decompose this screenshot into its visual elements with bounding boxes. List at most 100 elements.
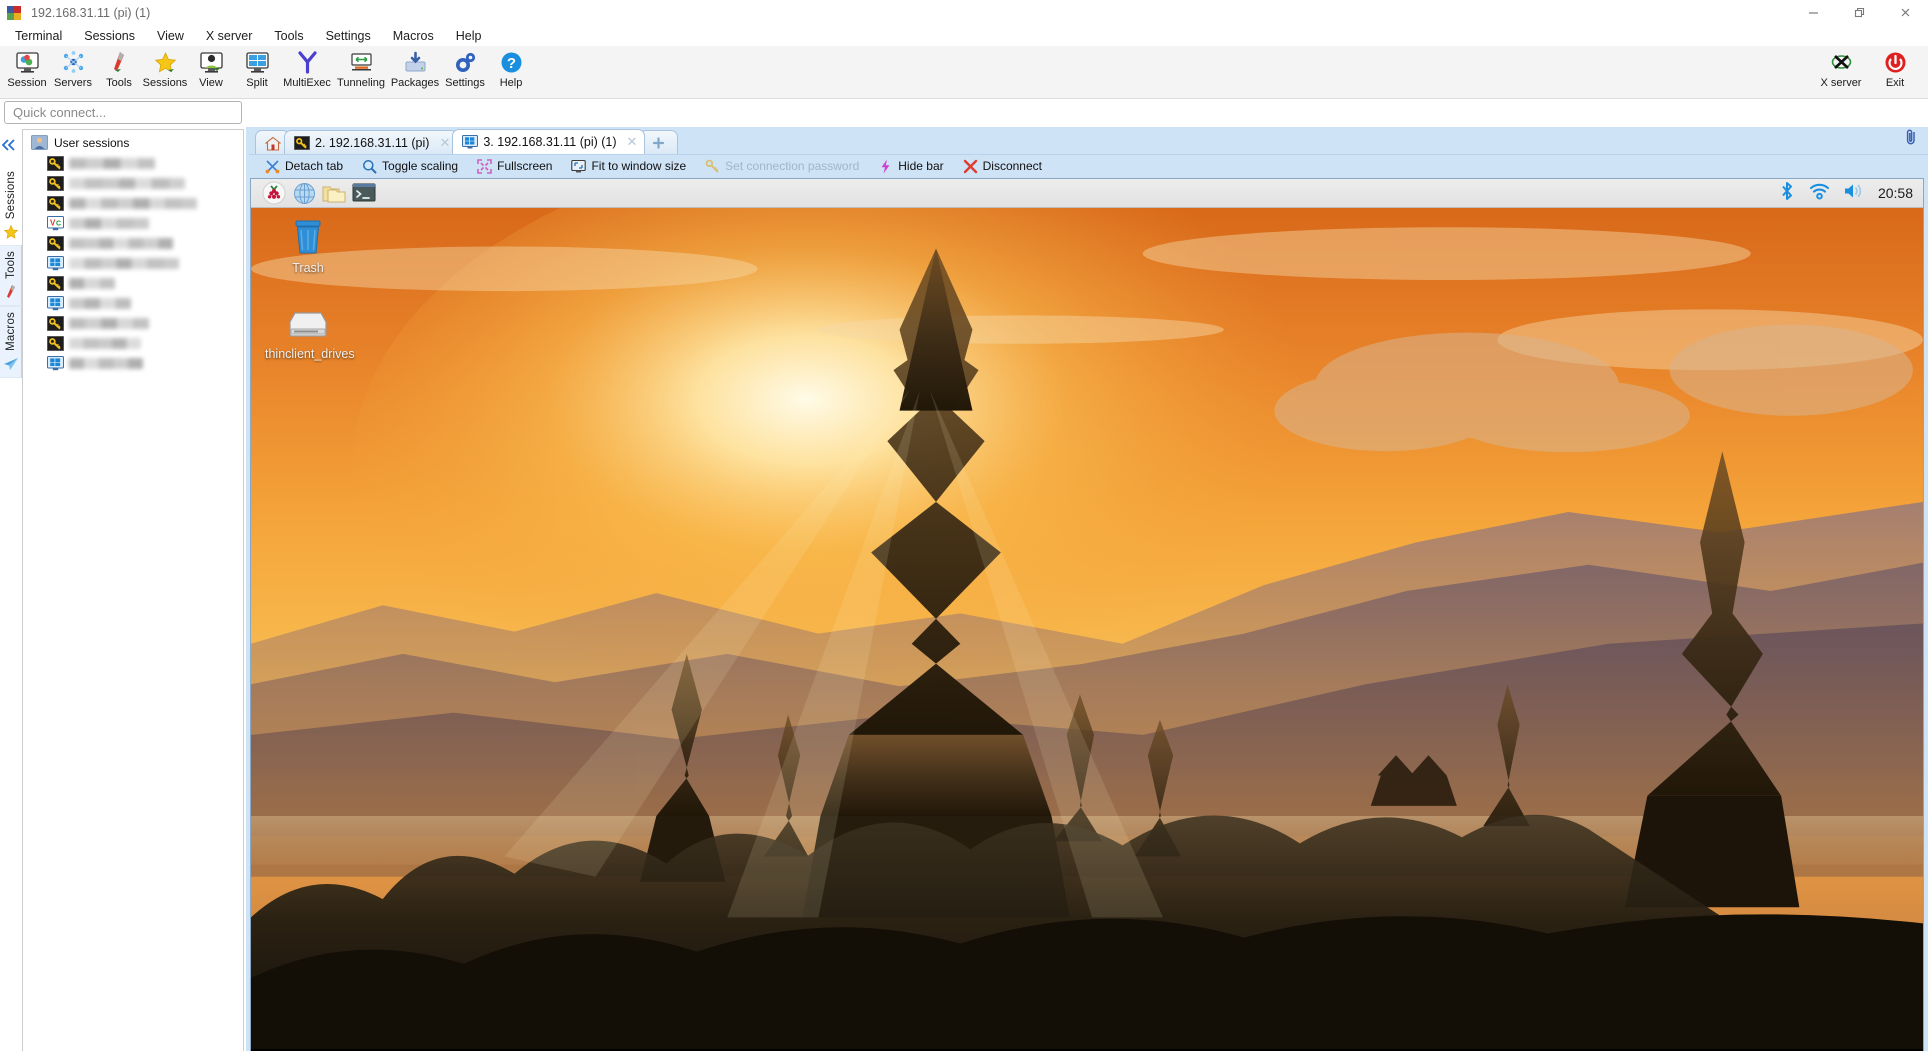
session-list-item[interactable] — [23, 233, 243, 253]
menu-tools[interactable]: Tools — [263, 27, 314, 45]
toolbar-tools-button[interactable]: Tools — [96, 46, 142, 96]
sidebar-tab-sessions[interactable]: Sessions — [0, 166, 22, 245]
fullscreen-button[interactable]: Fullscreen — [469, 158, 560, 175]
menubar: Terminal Sessions View X server Tools Se… — [0, 25, 1928, 46]
rpi-clock[interactable]: 20:58 — [1878, 185, 1913, 201]
toolbar-exit-label: Exit — [1885, 77, 1905, 89]
file-manager-icon[interactable] — [319, 181, 349, 206]
remote-desktop-viewport[interactable]: 20:58 Trash thinclient_drives — [250, 178, 1924, 1051]
toolbar-settings-button[interactable]: Settings — [442, 46, 488, 96]
quick-connect-input[interactable]: Quick connect... — [4, 101, 242, 124]
fit-to-window-label: Fit to window size — [591, 159, 687, 173]
menu-settings[interactable]: Settings — [315, 27, 382, 45]
bluetooth-icon[interactable] — [1778, 181, 1796, 206]
sessions-tree-panel[interactable]: User sessions VC — [22, 129, 244, 1051]
wifi-icon[interactable] — [1809, 182, 1830, 205]
session-list-item[interactable] — [23, 333, 243, 353]
web-browser-icon[interactable] — [289, 181, 319, 206]
volume-icon[interactable] — [1843, 182, 1865, 205]
close-icon[interactable]: ✕ — [627, 134, 638, 150]
session-list-item[interactable]: VC — [23, 213, 243, 233]
desktop-icon-trash-label: Trash — [292, 261, 324, 275]
settings-gear-icon — [452, 49, 478, 75]
menu-sessions[interactable]: Sessions — [73, 27, 146, 45]
toolbar-servers-button[interactable]: Servers — [50, 46, 96, 96]
toolbar-session-button[interactable]: Session — [4, 46, 50, 96]
session-list-item[interactable] — [23, 253, 243, 273]
toolbar-split-label: Split — [246, 77, 268, 89]
toolbar-help-button[interactable]: ? Help — [488, 46, 534, 96]
menu-view[interactable]: View — [146, 27, 195, 45]
raspberry-menu-icon[interactable] — [259, 181, 289, 206]
session-name-redacted — [69, 217, 149, 229]
session-toolbar: Detach tab Toggle scaling Fullscreen Fit… — [249, 154, 1928, 177]
fit-window-icon — [571, 159, 587, 174]
session-list-item[interactable] — [23, 193, 243, 213]
session-name-redacted — [69, 197, 197, 209]
plus-icon — [651, 136, 666, 150]
close-icon[interactable]: ✕ — [439, 135, 450, 151]
hide-bar-label: Hide bar — [898, 159, 944, 173]
session-name-redacted — [69, 357, 143, 369]
close-button[interactable] — [1882, 0, 1928, 25]
toolbar-exit-button[interactable]: Exit — [1868, 46, 1922, 96]
restore-button[interactable] — [1836, 0, 1882, 25]
desktop-icon-thinclient-drives[interactable]: thinclient_drives — [265, 300, 355, 362]
minimize-button[interactable] — [1790, 0, 1836, 25]
session-list-item[interactable] — [23, 273, 243, 293]
toolbar-right-group: X server Exit — [1814, 46, 1922, 96]
menu-macros[interactable]: Macros — [382, 27, 445, 45]
toolbar-xserver-label: X server — [1820, 77, 1862, 89]
sessions-root-node[interactable]: User sessions — [23, 130, 243, 153]
rpi-desktop[interactable]: Trash thinclient_drives — [251, 208, 1923, 1051]
session-name-redacted — [69, 237, 173, 249]
toolbar-sessions-label: Sessions — [142, 77, 188, 89]
session-list-item[interactable] — [23, 153, 243, 173]
toolbar-sessions-button[interactable]: Sessions — [142, 46, 188, 96]
sessions-list: VC — [23, 153, 243, 373]
terminal-icon[interactable] — [349, 181, 379, 206]
toggle-scaling-button[interactable]: Toggle scaling — [354, 158, 466, 175]
ssh-icon — [294, 135, 310, 150]
sidebar-tab-macros[interactable]: Macros — [0, 306, 22, 379]
fit-to-window-button[interactable]: Fit to window size — [563, 158, 694, 175]
session-tab-3[interactable]: 3. 192.168.31.11 (pi) (1) ✕ — [452, 129, 646, 154]
menu-terminal[interactable]: Terminal — [4, 27, 73, 45]
session-list-item[interactable] — [23, 353, 243, 373]
hide-bar-button[interactable]: Hide bar — [870, 158, 951, 175]
tunneling-icon — [348, 49, 374, 75]
paperclip-icon[interactable] — [1903, 128, 1919, 151]
sidebar-tab-tools[interactable]: Tools — [0, 245, 22, 307]
session-tab-2[interactable]: 2. 192.168.31.11 (pi) ✕ — [284, 130, 459, 154]
set-connection-password-label: Set connection password — [725, 159, 860, 173]
ssh-icon — [47, 335, 64, 351]
magnifier-icon — [362, 159, 377, 174]
tools-knife-icon — [106, 49, 132, 75]
double-chevron-left-icon[interactable] — [0, 135, 22, 166]
paper-plane-icon — [3, 356, 19, 372]
disconnect-button[interactable]: Disconnect — [955, 158, 1050, 175]
ssh-icon — [47, 195, 64, 211]
toolbar-xserver-button[interactable]: X server — [1814, 46, 1868, 96]
trash-icon — [265, 214, 351, 258]
toolbar-packages-button[interactable]: Packages — [388, 46, 442, 96]
session-name-redacted — [69, 177, 185, 189]
menu-help[interactable]: Help — [445, 27, 493, 45]
toolbar-view-button[interactable]: View — [188, 46, 234, 96]
menu-x-server[interactable]: X server — [195, 27, 264, 45]
toolbar-tunneling-button[interactable]: Tunneling — [334, 46, 388, 96]
bolt-icon — [878, 159, 893, 174]
sidebar-vertical-tabs: Sessions Tools Macros — [0, 127, 22, 1051]
sidebar-tab-macros-label: Macros — [4, 312, 17, 352]
disconnect-x-icon — [963, 159, 978, 174]
toolbar-multiexec-button[interactable]: MultiExec — [280, 46, 334, 96]
split-icon — [244, 49, 270, 75]
add-tab-button[interactable] — [639, 130, 679, 154]
session-list-item[interactable] — [23, 313, 243, 333]
session-list-item[interactable] — [23, 293, 243, 313]
toolbar-split-button[interactable]: Split — [234, 46, 280, 96]
desktop-icon-trash[interactable]: Trash — [265, 214, 351, 276]
detach-tab-button[interactable]: Detach tab — [257, 158, 351, 175]
session-list-item[interactable] — [23, 173, 243, 193]
quick-connect-bar: Quick connect... — [0, 99, 1928, 127]
